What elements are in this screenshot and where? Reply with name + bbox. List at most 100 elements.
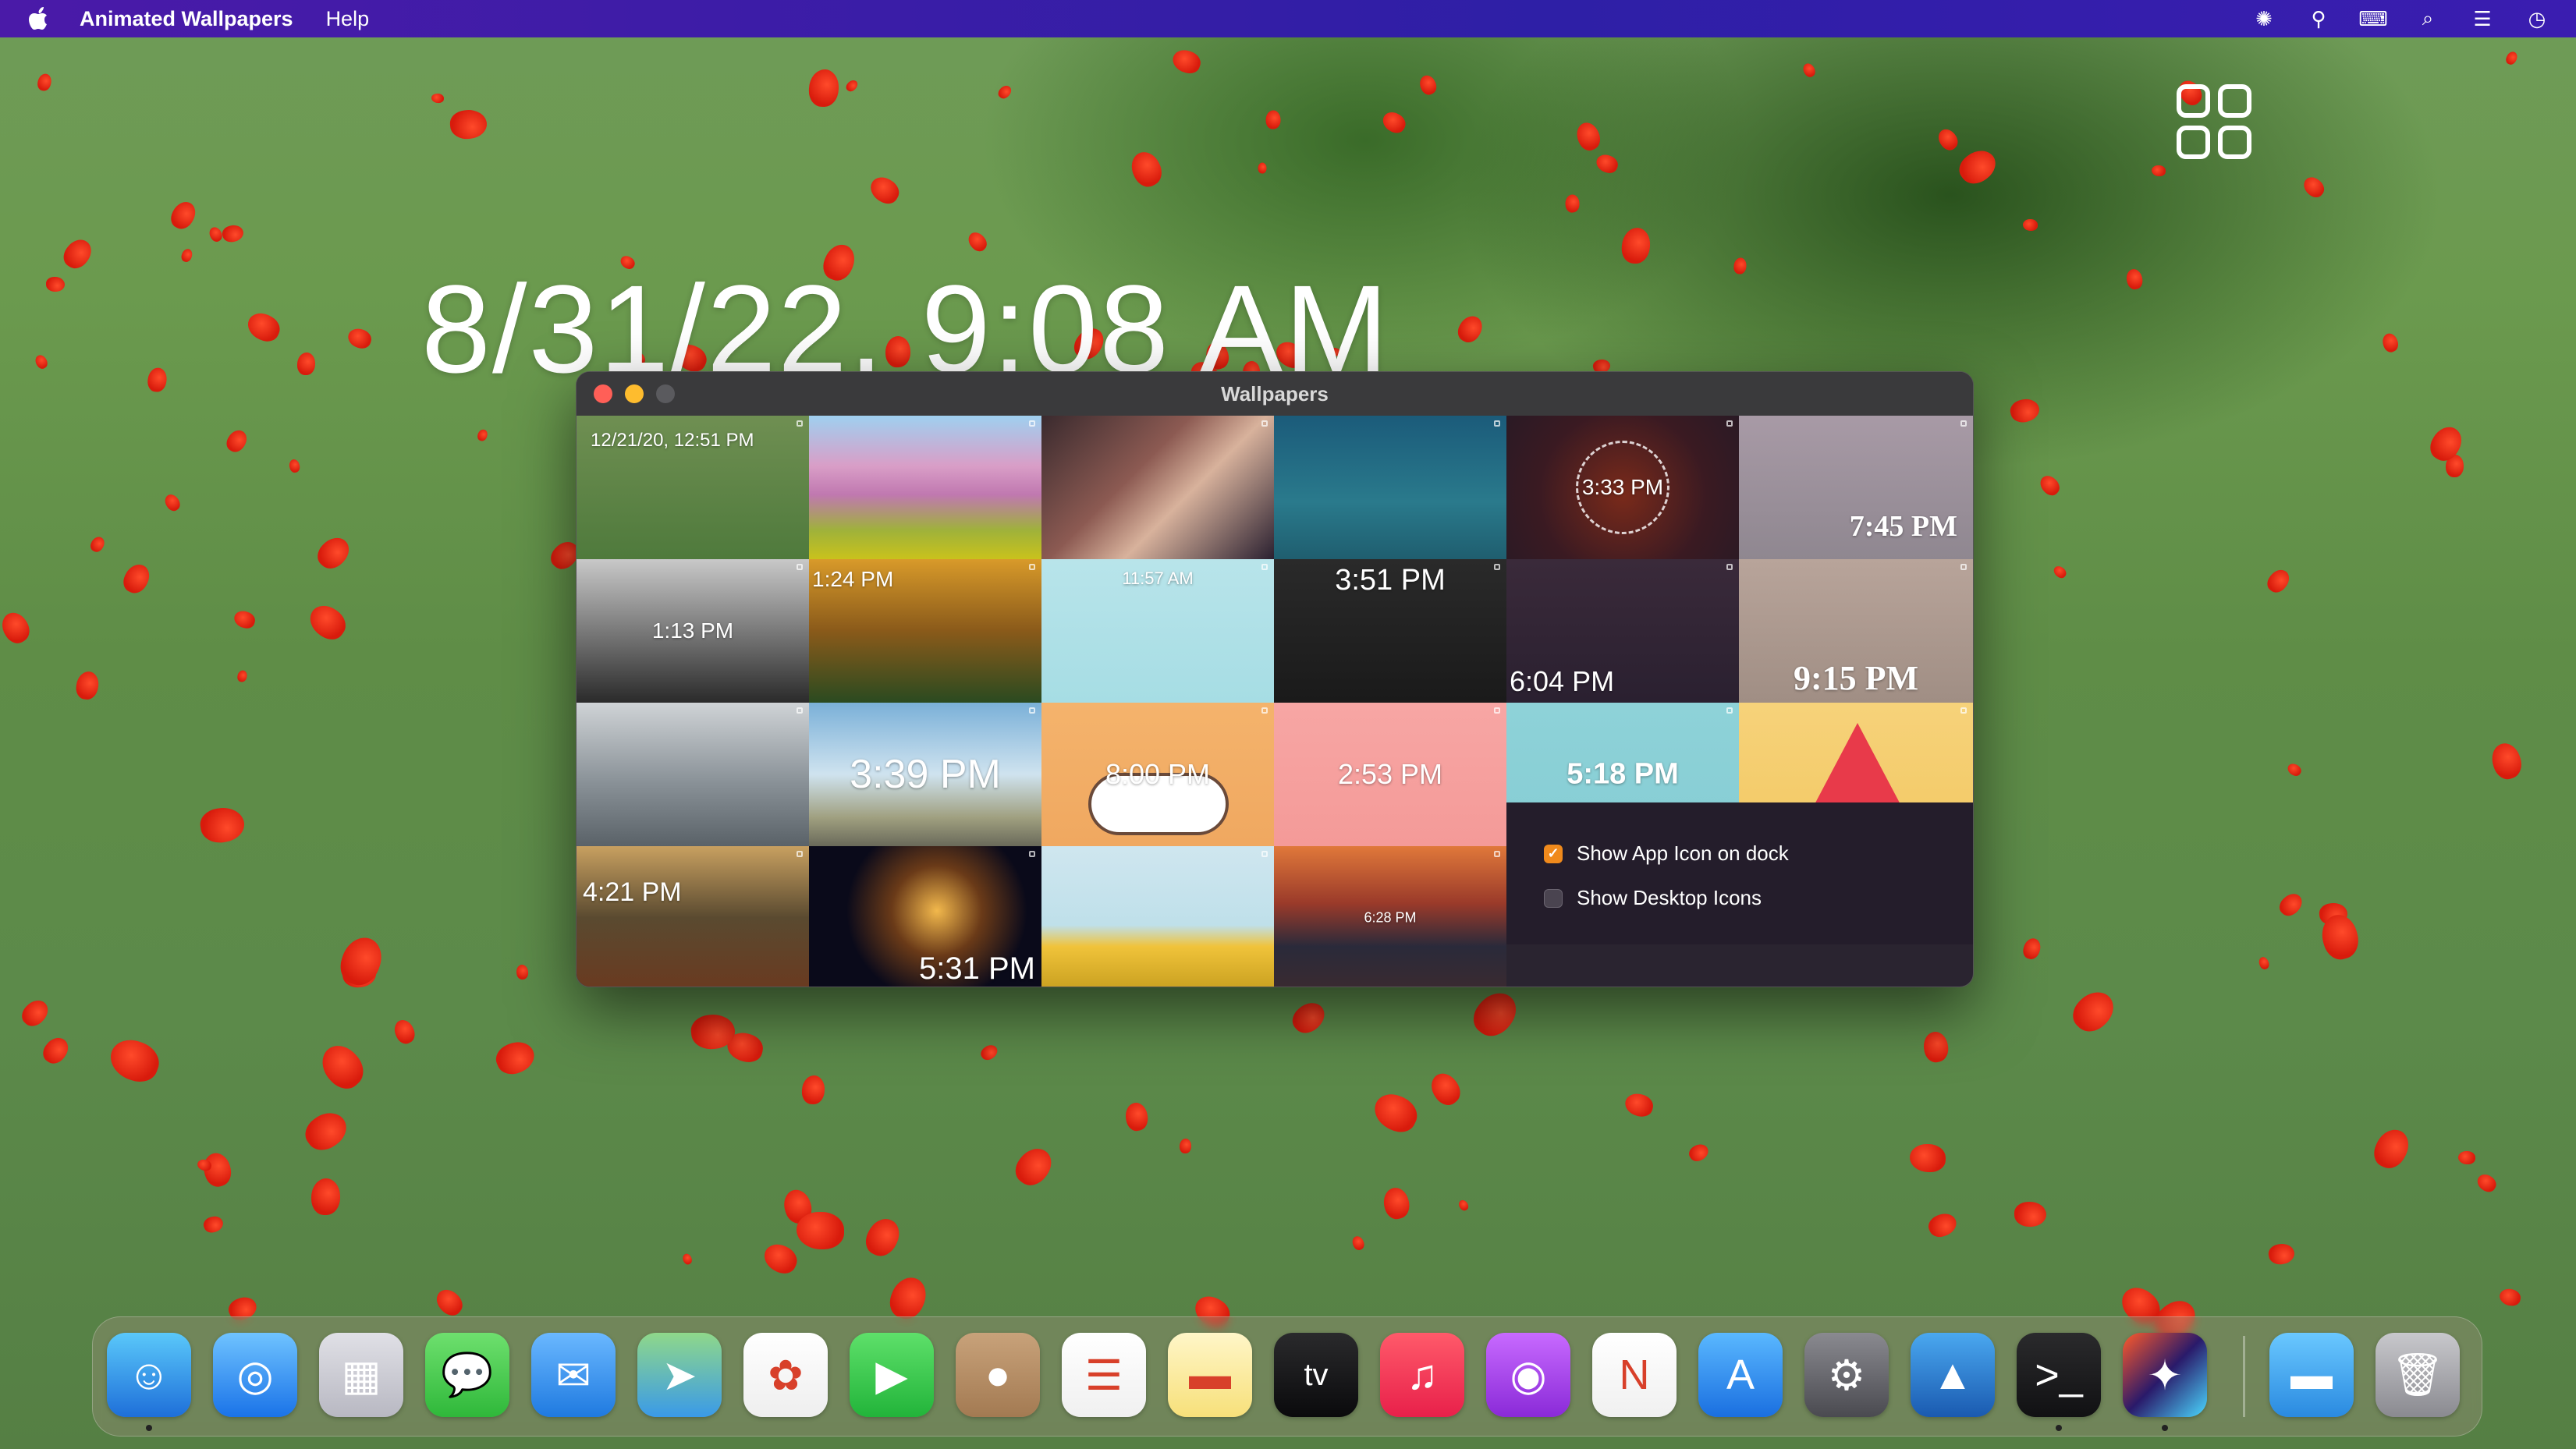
poppy-petal [1686,1140,1712,1165]
launchpad-icon[interactable]: ▦ [319,1333,403,1417]
notes-icon[interactable]: ▬ [1168,1333,1252,1417]
finder-icon[interactable]: ☺ [107,1333,191,1417]
poppy-petal [220,223,246,244]
wallpaper-thumbnail[interactable]: 3:33 PM [1506,416,1739,559]
spotlight-search-icon[interactable]: ⌕ [2412,6,2443,31]
wallpaper-thumbnail[interactable] [1274,416,1506,559]
thumbnail-corner-mark [1261,707,1268,714]
poppy-petal [236,669,248,683]
show-app-icon-label: Show App Icon on dock [1577,841,1789,865]
thumbnail-corner-mark [1029,707,1035,714]
thumbnail-time-label: 6:28 PM [1364,909,1417,926]
thumbnail-corner-mark [797,420,803,427]
terminal-icon[interactable]: >_ [2017,1333,2101,1417]
clock-icon[interactable]: ◷ [2521,6,2553,31]
system-preferences-icon[interactable]: ⚙ [1804,1333,1889,1417]
poppy-petal [1733,257,1747,275]
poppy-petal [2066,983,2121,1040]
wallpaper-thumbnail[interactable]: 2:53 PM [1274,703,1506,846]
folder-icon[interactable]: ▬ [2269,1333,2354,1417]
mountain-app-icon[interactable]: ▲ [1911,1333,1995,1417]
menu-help[interactable]: Help [326,7,370,31]
thumbnail-corner-mark [1494,851,1500,857]
keyboard-input-icon[interactable]: ⌨ [2358,6,2389,31]
safari-icon[interactable]: ◎ [213,1333,297,1417]
music-icon[interactable]: ♫ [1380,1333,1464,1417]
poppy-petal [59,234,97,274]
poppy-petal [844,78,860,94]
thumbnail-time-label: 6:04 PM [1510,665,1615,697]
dashed-circle [1576,441,1669,534]
wallpaper-thumbnail[interactable]: 6:28 PM [1274,846,1506,987]
wallpaper-thumbnail[interactable]: 1:24 PM [809,559,1041,703]
poppy-petal [161,491,183,514]
show-app-icon-checkbox[interactable]: ✓ [1544,844,1563,863]
wallpaper-thumbnail[interactable] [1041,416,1274,559]
thumbnail-time-label: 3:39 PM [850,752,1001,797]
trash-icon[interactable]: 🗑 [2376,1333,2460,1417]
app-store-icon[interactable]: A [1698,1333,1783,1417]
news-icon[interactable]: N [1592,1333,1677,1417]
apple-menu-icon[interactable] [28,5,51,32]
reminders-icon[interactable]: ☰ [1062,1333,1146,1417]
wallpaper-thumbnail[interactable]: 1:13 PM [577,559,809,703]
messages-icon[interactable]: 💬 [425,1333,509,1417]
photos-icon[interactable]: ✿ [743,1333,828,1417]
poppy-petal [2014,1201,2047,1228]
grid-icon[interactable] [2177,84,2251,159]
wallpaper-thumbnail[interactable]: 12/21/20, 12:51 PM [577,416,809,559]
maps-icon[interactable]: ➤ [637,1333,722,1417]
wallpaper-thumbnail[interactable]: 3:51 PM [1274,559,1506,703]
mail-icon[interactable]: ✉ [531,1333,616,1417]
thumbnail-corner-mark [1726,707,1733,714]
tv-icon[interactable]: tv [1274,1333,1358,1417]
wallpaper-thumbnail[interactable]: 6:04 PM [1506,559,1739,703]
show-desktop-icons-option[interactable]: Show Desktop Icons [1544,886,1973,910]
wallpaper-thumbnail[interactable]: 11:57 AM [1041,559,1274,703]
poppy-petal [431,1284,467,1320]
animated-wallpapers-icon[interactable]: ✦ [2123,1333,2207,1417]
wallpaper-thumbnail[interactable] [577,703,809,846]
wallpaper-thumbnail[interactable]: 8:00 PM [1041,703,1274,846]
poppy-petal [2257,955,2271,971]
thumbnail-time-label: 9:15 PM [1793,659,1919,697]
poppy-petal [476,428,489,442]
poppy-petal [801,1075,825,1105]
running-indicator [146,1425,152,1431]
poppy-petal [1126,147,1167,192]
poppy-petal [303,599,352,646]
poppy-petal [2036,472,2063,499]
poppy-petal [223,427,250,455]
poppy-petal [1350,1234,1367,1252]
wallpaper-thumbnail[interactable]: 5:31 PM [809,846,1041,987]
poppy-petal [390,1016,419,1047]
poppy-petal [1801,61,1818,80]
poppy-petal [1620,226,1652,265]
wallpaper-thumbnail[interactable] [809,416,1041,559]
poppy-petal [2498,1287,2522,1308]
show-app-icon-option[interactable]: ✓ Show App Icon on dock [1544,841,1973,866]
show-desktop-icons-checkbox[interactable] [1544,888,1563,908]
poppy-petal [147,367,168,393]
poppy-petal [978,1042,1000,1063]
menu-app-name[interactable]: Animated Wallpapers [80,7,293,31]
poppy-petal [1934,126,1962,154]
facetime-icon[interactable]: ▶ [850,1333,934,1417]
wallpaper-thumbnail[interactable]: 9:15 PM [1739,559,1973,703]
show-desktop-icons-label: Show Desktop Icons [1577,886,1762,909]
poppy-petal [2285,761,2304,778]
wallpapers-window: Wallpapers 12/21/20, 12:51 PM 3:33 PM 7:45… [576,371,1974,987]
thumbnail-time-label: 4:21 PM [583,877,682,907]
wallpaper-thumbnail[interactable] [1041,846,1274,987]
podcasts-icon[interactable]: ◉ [1486,1333,1570,1417]
color-app-icon[interactable]: ✺ [2248,6,2280,31]
poppy-petal [2474,1171,2500,1196]
wallpaper-thumbnail[interactable]: 3:39 PM [809,703,1041,846]
wallpaper-thumbnail[interactable]: 7:45 PM [1739,416,1973,559]
network-icon[interactable]: ⚲ [2303,6,2334,31]
control-center-icon[interactable]: ☰ [2467,6,2498,31]
wallpaper-thumbnail[interactable]: 4:21 PM [577,846,809,987]
poppy-petal [2504,50,2519,66]
window-titlebar[interactable]: Wallpapers [577,372,1973,416]
contacts-icon[interactable]: ● [956,1333,1040,1417]
